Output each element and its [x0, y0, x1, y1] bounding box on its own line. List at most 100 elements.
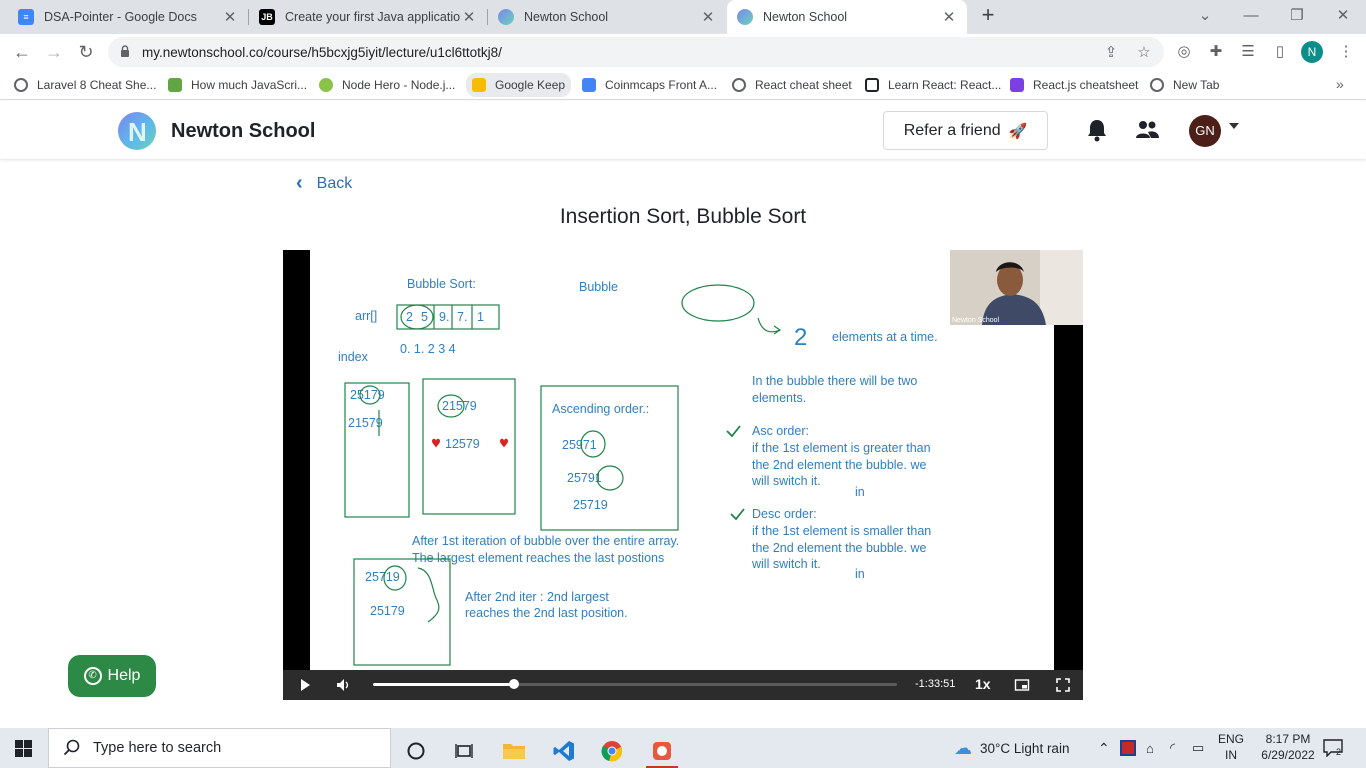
help-button[interactable]: ✆ Help: [68, 655, 156, 697]
lang-code: ENG: [1217, 732, 1244, 746]
wb-asc-order-1: if the 1st element is greater than: [752, 441, 931, 455]
video-player[interactable]: Bubble Sort: Bubble arr[] index 0. 1. 2 …: [283, 250, 1083, 700]
chevron-down-icon[interactable]: [1229, 123, 1239, 129]
newton-school-logo[interactable]: N: [118, 112, 156, 150]
bookmark-item[interactable]: Laravel 8 Cheat She...: [14, 76, 156, 94]
close-window-button[interactable]: ✕: [1320, 0, 1366, 34]
picture-in-picture-icon[interactable]: [1014, 677, 1030, 693]
reading-list-icon[interactable]: ☰: [1238, 42, 1258, 62]
browser-toolbar: ← → ↻ my.newtonschool.co/course/h5bcxjg5…: [0, 34, 1366, 70]
meet-now-icon[interactable]: ⌂: [1146, 728, 1154, 768]
weather-widget[interactable]: ☁ 30°C Light rain: [954, 728, 1069, 768]
profile-avatar[interactable]: N: [1301, 41, 1323, 63]
cortana-icon[interactable]: [396, 734, 436, 768]
restore-button[interactable]: ❐: [1274, 0, 1320, 34]
active-app-icon[interactable]: [642, 734, 682, 768]
search-icon: [63, 739, 80, 756]
bookmark-star-icon[interactable]: ☆: [1134, 43, 1154, 63]
site-header: N Newton School Refer a friend 🚀 GN: [0, 101, 1366, 159]
browser-tab[interactable]: ≡ DSA-Pointer - Google Docs ✕: [8, 0, 248, 34]
forward-arrow-icon[interactable]: →: [42, 40, 66, 64]
language-indicator[interactable]: ENG IN: [1214, 731, 1248, 763]
bookmark-label: How much JavaScri...: [191, 78, 308, 92]
tray-expand-chevron-icon[interactable]: ⌃: [1098, 728, 1110, 768]
tab-search-icon[interactable]: ⌄: [1182, 0, 1228, 34]
wb-arr-label: arr[]: [355, 309, 377, 323]
menu-dots-icon[interactable]: ⋮: [1336, 42, 1356, 62]
side-panel-icon[interactable]: ▯: [1270, 42, 1290, 62]
search-placeholder: Type here to search: [93, 740, 222, 756]
new-tab-button[interactable]: +: [976, 4, 1000, 28]
bookmark-item[interactable]: Coinmcaps Front A...: [582, 76, 717, 94]
wb-arr-value: 1: [477, 310, 484, 324]
minimize-button[interactable]: —: [1228, 0, 1274, 34]
cube-icon: [168, 78, 182, 92]
whatsapp-icon: ✆: [83, 667, 102, 685]
battery-icon[interactable]: ▭: [1192, 728, 1204, 768]
bookmark-item[interactable]: New Tab: [1150, 76, 1219, 94]
back-link[interactable]: ‹ Back: [296, 172, 352, 195]
wb-desc-in: in: [855, 567, 865, 581]
share-icon[interactable]: ⇪: [1101, 43, 1121, 63]
bookmark-item[interactable]: Learn React: React...: [865, 76, 1001, 94]
volume-icon[interactable]: [335, 677, 351, 693]
bookmark-label: Coinmcaps Front A...: [605, 78, 718, 92]
browser-tab[interactable]: Newton School ✕: [488, 0, 726, 34]
bookmark-item[interactable]: Google Keep: [466, 73, 572, 97]
wb-box2-line2: 12579: [445, 437, 480, 451]
more-bookmarks-chevron-icon[interactable]: »: [1336, 76, 1344, 92]
task-view-icon[interactable]: [444, 734, 484, 768]
network-icon[interactable]: ◜: [1170, 728, 1175, 768]
heart-icon: [500, 438, 508, 448]
clock-time: 8:17 PM: [1265, 732, 1311, 746]
bookmark-label: New Tab: [1173, 78, 1220, 92]
windows-start-icon[interactable]: [15, 740, 32, 757]
lang-region: IN: [1225, 748, 1237, 762]
community-users-icon[interactable]: [1134, 117, 1160, 143]
bookmark-item[interactable]: React.js cheatsheet: [1010, 76, 1138, 94]
file-explorer-icon[interactable]: [494, 734, 534, 768]
notification-center-icon[interactable]: 2: [1323, 739, 1343, 757]
playback-speed-button[interactable]: 1x: [975, 676, 991, 692]
tab-title: Create your first Java application: [285, 10, 461, 24]
tray-app-icon[interactable]: [1120, 728, 1136, 768]
close-tab-icon[interactable]: ✕: [700, 8, 716, 26]
fullscreen-icon[interactable]: [1055, 677, 1071, 693]
wb-index-values: 0. 1. 2 3 4: [400, 342, 456, 356]
webcam-caption: Newton School: [952, 317, 1000, 324]
video-progress-bar[interactable]: [373, 679, 897, 689]
wb-arr-value: 2: [406, 310, 413, 324]
notification-bell-icon[interactable]: [1084, 117, 1110, 143]
reload-icon[interactable]: ↻: [74, 40, 98, 64]
puzzle-icon[interactable]: ✚: [1206, 42, 1226, 62]
browser-tab[interactable]: JB Create your first Java application ✕: [249, 0, 487, 34]
chrome-icon[interactable]: [592, 734, 632, 768]
brand-name[interactable]: Newton School: [171, 120, 315, 143]
progress-knob[interactable]: [509, 679, 520, 689]
wb-desc-order-1: if the 1st element is smaller than: [752, 524, 931, 538]
play-icon[interactable]: [297, 677, 313, 693]
node-icon: [319, 78, 333, 92]
bookmark-item[interactable]: Node Hero - Node.j...: [319, 76, 455, 94]
bookmark-item[interactable]: How much JavaScri...: [168, 76, 307, 94]
wb-asc-order-2: the 2nd element the bubble. we: [752, 458, 926, 472]
close-tab-icon[interactable]: ✕: [461, 8, 477, 26]
back-arrow-icon[interactable]: ←: [10, 40, 34, 64]
browser-tab-active[interactable]: Newton School ✕: [727, 0, 967, 34]
refer-a-friend-button[interactable]: Refer a friend 🚀: [883, 111, 1048, 150]
close-tab-icon[interactable]: ✕: [941, 8, 957, 26]
vscode-icon[interactable]: [544, 734, 584, 768]
extension-icon[interactable]: ◎: [1174, 42, 1194, 62]
wb-iter2-line1: After 2nd iter : 2nd largest: [465, 590, 609, 604]
system-clock[interactable]: 8:17 PM 6/29/2022: [1258, 731, 1318, 763]
heart-icon: [432, 438, 440, 448]
bookmark-label: Laravel 8 Cheat She...: [37, 78, 157, 92]
user-avatar[interactable]: GN: [1189, 115, 1221, 147]
taskbar-search-box[interactable]: Type here to search: [48, 728, 391, 768]
instructor-webcam: Newton School: [950, 250, 1083, 325]
whiteboard-video-frame: Bubble Sort: Bubble arr[] index 0. 1. 2 …: [310, 250, 1054, 670]
close-tab-icon[interactable]: ✕: [222, 8, 238, 26]
bookmark-item[interactable]: React cheat sheet: [732, 76, 852, 94]
address-bar[interactable]: my.newtonschool.co/course/h5bcxjg5iyit/l…: [108, 37, 1164, 67]
google-keep-icon: [472, 78, 486, 92]
